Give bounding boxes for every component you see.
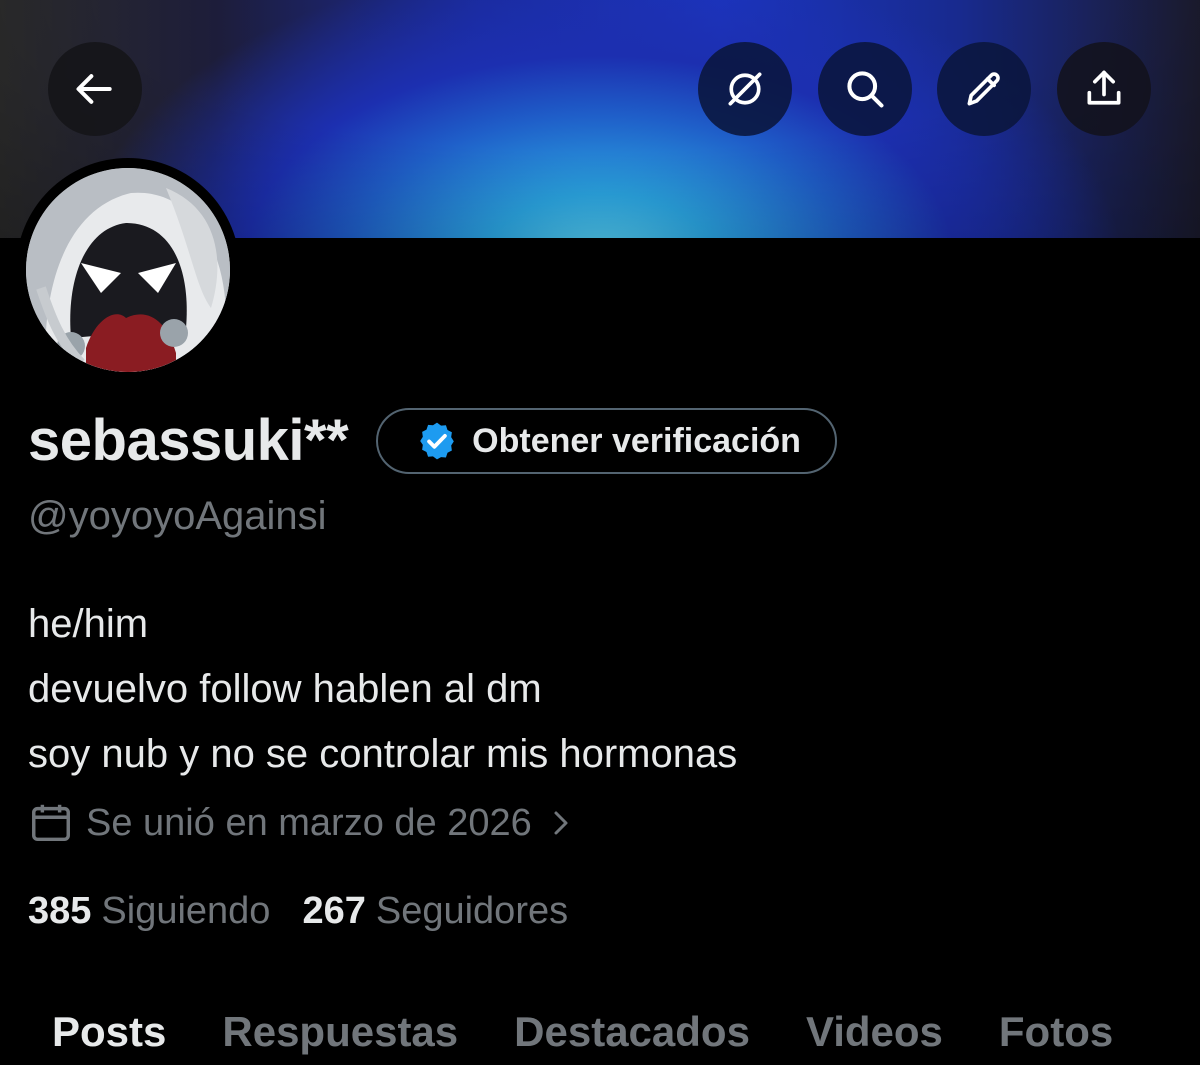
followers-label: Seguidores xyxy=(375,890,569,932)
followers-link[interactable]: 267 Seguidores xyxy=(302,890,568,933)
tab-posts[interactable]: Posts xyxy=(52,1008,166,1056)
joined-date: Se unió en marzo de 2026 xyxy=(86,801,532,844)
back-button[interactable] xyxy=(48,42,142,136)
share-icon xyxy=(1087,70,1121,105)
avatar-image xyxy=(26,168,230,372)
tab-videos[interactable]: Videos xyxy=(806,1008,943,1056)
followers-count: 267 xyxy=(302,890,366,932)
profile-tabs: Posts Respuestas Destacados Videos Fotos xyxy=(0,998,1200,1065)
bio-line: he/him xyxy=(28,602,149,646)
search-icon xyxy=(847,71,884,108)
following-link[interactable]: 385 Siguiendo xyxy=(28,890,270,933)
grok-icon xyxy=(728,72,762,106)
get-verified-label: Obtener verificación xyxy=(472,421,801,460)
name-row: sebassuki** Obtener verificación xyxy=(28,405,837,477)
share-button[interactable] xyxy=(1057,42,1151,136)
bio: he/him devuelvo follow hablen al dm soy … xyxy=(28,592,737,787)
grok-button[interactable] xyxy=(698,42,792,136)
avatar[interactable] xyxy=(16,158,240,382)
bio-line: soy nub y no se controlar mis hormonas xyxy=(28,732,738,776)
pencil-icon xyxy=(967,72,1000,106)
username-handle: @yoyoyoAgainsi xyxy=(28,494,327,538)
following-count: 385 xyxy=(28,890,92,932)
verified-badge-icon xyxy=(420,422,454,460)
tab-destacados[interactable]: Destacados xyxy=(514,1008,750,1056)
edit-button[interactable] xyxy=(937,42,1031,136)
get-verified-button[interactable]: Obtener verificación xyxy=(376,408,837,474)
joined-date-row[interactable]: Se unió en marzo de 2026 xyxy=(28,800,576,846)
search-button[interactable] xyxy=(818,42,912,136)
avatar-illustration xyxy=(26,168,230,372)
calendar-icon xyxy=(32,804,70,842)
follow-stats: 385 Siguiendo 267 Seguidores xyxy=(28,890,568,933)
tab-respuestas[interactable]: Respuestas xyxy=(222,1008,458,1056)
display-name: sebassuki** xyxy=(28,408,349,473)
tab-fotos[interactable]: Fotos xyxy=(999,1008,1113,1056)
arrow-left-icon xyxy=(76,74,112,104)
bio-line: devuelvo follow hablen al dm xyxy=(28,667,542,711)
following-label: Siguiendo xyxy=(101,890,271,932)
chevron-right-icon xyxy=(554,811,568,835)
